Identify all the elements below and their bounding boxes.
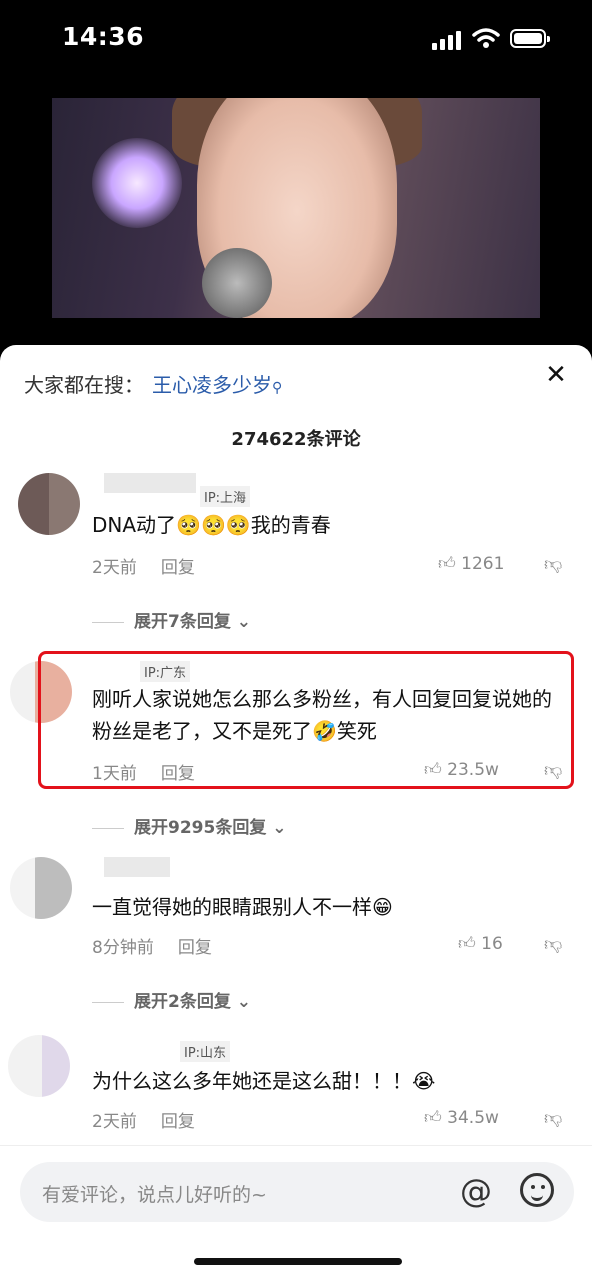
emoji-icon[interactable] <box>520 1173 554 1207</box>
ip-location: IP:山东 <box>180 1041 231 1062</box>
video-player[interactable] <box>52 98 540 318</box>
thumbs-down-icon[interactable]: 👎︎ <box>544 933 562 955</box>
trending-search-label: 大家都在搜： <box>24 373 144 397</box>
thumbs-down-icon[interactable]: 👎︎ <box>544 1107 562 1129</box>
comment-input-bar: 有爱评论，说点儿好听的~ @ <box>0 1145 592 1281</box>
like-button[interactable]: 👍︎ 34.5w <box>424 1107 499 1128</box>
like-button[interactable]: 👍︎ 1261 <box>438 553 504 574</box>
mention-icon[interactable]: @ <box>460 1172 492 1210</box>
avatar[interactable] <box>18 473 80 535</box>
comment-text: 为什么这么多年她还是这么甜！！！😭 <box>92 1069 436 1093</box>
expand-replies-label: 展开2条回复 <box>134 992 231 1012</box>
search-icon: ⚲ <box>272 380 283 396</box>
expand-replies[interactable]: 展开7条回复 ⌄ <box>92 607 251 632</box>
username[interactable] <box>104 857 170 877</box>
home-indicator <box>194 1258 402 1265</box>
expand-replies-label: 展开9295条回复 <box>134 818 267 838</box>
chevron-down-icon: ⌄ <box>236 612 252 632</box>
comments-count: 274622条评论 <box>231 429 361 450</box>
thumbs-up-icon: 👍︎ <box>424 1108 442 1128</box>
avatar[interactable] <box>8 1035 70 1097</box>
chevron-down-icon: ⌄ <box>236 992 252 1012</box>
comment-time: 2天前 <box>92 1112 137 1132</box>
comment-time: 8分钟前 <box>92 938 154 958</box>
status-bar: 14:36 <box>0 0 592 80</box>
reply-button[interactable]: 回复 <box>161 558 195 578</box>
comment-meta: 2天前 回复 <box>92 1107 195 1132</box>
avatar[interactable] <box>10 857 72 919</box>
comment-input-placeholder: 有爱评论，说点儿好听的~ <box>42 1184 267 1206</box>
trending-search-keyword[interactable]: 王心凌多少岁 <box>152 373 272 397</box>
like-count: 16 <box>481 934 503 954</box>
expand-replies[interactable]: 展开9295条回复 ⌄ <box>92 813 287 838</box>
like-count: 1261 <box>461 554 505 574</box>
comment-meta: 2天前 回复 <box>92 553 195 578</box>
status-time: 14:36 <box>62 22 145 51</box>
expand-replies-label: 展开7条回复 <box>134 612 231 632</box>
close-icon[interactable]: ✕ <box>542 361 570 389</box>
comments-panel: 大家都在搜： 王心凌多少岁⚲ ✕ 274622条评论 IP:上海 DNA动了🥺🥺🥺… <box>0 345 592 1281</box>
thumbs-down-icon[interactable]: 👎︎ <box>544 553 562 575</box>
comment-meta: 8分钟前 回复 <box>92 933 212 958</box>
comment-time: 2天前 <box>92 558 137 578</box>
ip-location: IP:上海 <box>200 486 251 507</box>
username[interactable] <box>104 473 196 493</box>
reply-button[interactable]: 回复 <box>161 1112 195 1132</box>
expand-replies[interactable]: 展开2条回复 ⌄ <box>92 987 251 1012</box>
chevron-down-icon: ⌄ <box>272 818 287 838</box>
thumbs-up-icon: 👍︎ <box>438 554 456 574</box>
trending-search[interactable]: 大家都在搜： 王心凌多少岁⚲ <box>24 369 282 398</box>
battery-icon <box>510 29 550 48</box>
comment-text: DNA动了🥺🥺🥺我的青春 <box>92 513 331 537</box>
signal-icon <box>432 30 462 50</box>
wifi-icon <box>472 28 500 48</box>
highlight-box <box>38 651 574 789</box>
reply-button[interactable]: 回复 <box>178 938 212 958</box>
thumbs-up-icon: 👍︎ <box>458 934 476 954</box>
like-button[interactable]: 👍︎ 16 <box>458 933 503 954</box>
comment-text: 一直觉得她的眼睛跟别人不一样😁 <box>92 895 393 919</box>
like-count: 34.5w <box>447 1108 499 1128</box>
comment-input[interactable]: 有爱评论，说点儿好听的~ @ <box>20 1162 574 1222</box>
